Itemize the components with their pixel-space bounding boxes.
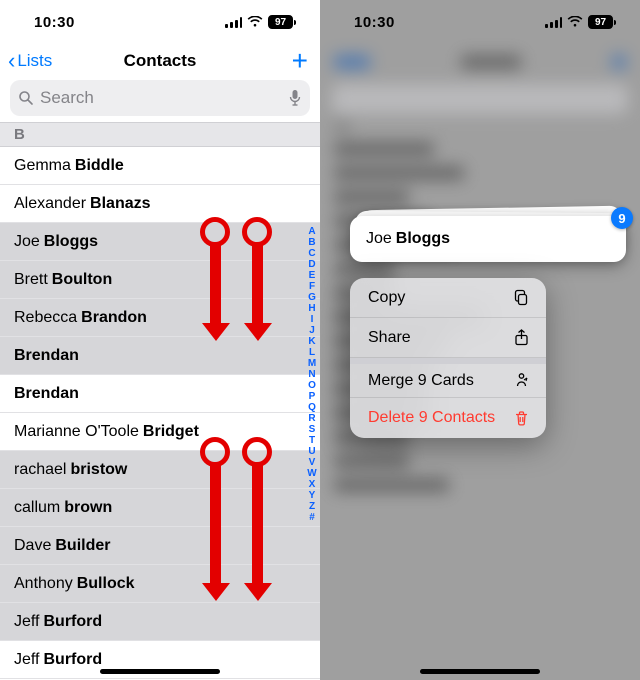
contact-row[interactable]: RebeccaBrandon	[0, 299, 320, 337]
battery-icon: 97	[588, 15, 616, 29]
contact-first-name: Brett	[14, 271, 48, 289]
menu-label: Share	[368, 329, 411, 347]
chevron-left-icon: ‹	[8, 50, 15, 72]
menu-label: Merge 9 Cards	[368, 372, 474, 390]
contact-last-name: Bullock	[77, 575, 135, 593]
search-field[interactable]: Search	[10, 80, 310, 116]
contact-last-name: Burford	[44, 613, 103, 631]
back-label: Lists	[17, 51, 52, 71]
status-bar: 10:30 97	[0, 0, 320, 44]
contact-row[interactable]: callumbrown	[0, 489, 320, 527]
menu-merge[interactable]: Merge 9 Cards	[350, 358, 546, 398]
contact-row[interactable]: BrettBoulton	[0, 261, 320, 299]
search-icon	[18, 90, 34, 106]
menu-copy[interactable]: Copy	[350, 278, 546, 318]
contact-last-name: brown	[64, 499, 112, 517]
card-last-name: Bloggs	[396, 230, 450, 248]
contact-first-name: Joe	[14, 233, 40, 251]
contact-last-name: Bridget	[143, 423, 199, 441]
contact-last-name: Brendan	[14, 385, 79, 403]
wifi-icon	[567, 16, 583, 28]
contact-row[interactable]: AlexanderBlanazs	[0, 185, 320, 223]
contact-row[interactable]: Brendan	[0, 375, 320, 413]
search-placeholder: Search	[40, 88, 288, 108]
contact-first-name: rachael	[14, 461, 66, 479]
trash-icon	[512, 409, 530, 427]
contact-last-name: Bloggs	[44, 233, 98, 251]
status-bar: 10:30 97	[320, 0, 640, 44]
menu-delete[interactable]: Delete 9 Contacts	[350, 398, 546, 438]
nav-bar: ‹ Lists Contacts +	[0, 44, 320, 80]
contact-last-name: Brendan	[14, 347, 79, 365]
contact-first-name: Anthony	[14, 575, 73, 593]
merge-icon	[512, 372, 530, 390]
contact-last-name: Builder	[55, 537, 110, 555]
status-time: 10:30	[34, 14, 75, 31]
dictate-icon[interactable]	[288, 89, 302, 107]
contact-first-name: Alexander	[14, 195, 86, 213]
status-time: 10:30	[354, 14, 395, 31]
contact-row[interactable]: Brendan	[0, 337, 320, 375]
contact-first-name: Jeff	[14, 651, 40, 669]
contacts-list[interactable]: GemmaBiddleAlexanderBlanazsJoeBloggsBret…	[0, 147, 320, 680]
alpha-index[interactable]: ABCDEFGHIJKLMNOPQRSTUVWXYZ#	[306, 226, 318, 523]
card-first-name: Joe	[366, 230, 392, 248]
contact-row[interactable]: JoeBloggs	[0, 223, 320, 261]
contact-first-name: Dave	[14, 537, 51, 555]
section-header: B	[0, 122, 320, 147]
contact-last-name: Biddle	[75, 157, 124, 175]
share-icon	[512, 329, 530, 347]
battery-icon: 97	[268, 15, 296, 29]
contact-row[interactable]: Marianne O'TooleBridget	[0, 413, 320, 451]
phone-right: 10:30 97 Joe Bloggs 9 Copy	[320, 0, 640, 680]
cellular-icon	[545, 17, 562, 28]
contact-last-name: Boulton	[52, 271, 112, 289]
menu-label: Delete 9 Contacts	[368, 409, 495, 427]
contact-first-name: Gemma	[14, 157, 71, 175]
contact-first-name: callum	[14, 499, 60, 517]
contact-last-name: Burford	[44, 651, 103, 669]
contact-first-name: Marianne O'Toole	[14, 423, 139, 441]
cellular-icon	[225, 17, 242, 28]
contact-row[interactable]: JeffBurford	[0, 603, 320, 641]
add-contact-button[interactable]: +	[292, 47, 308, 75]
selected-card[interactable]: Joe Bloggs	[350, 216, 626, 262]
contact-first-name: Jeff	[14, 613, 40, 631]
status-indicators: 97	[225, 15, 296, 29]
contact-last-name: Brandon	[81, 309, 147, 327]
copy-icon	[512, 289, 530, 307]
contact-row[interactable]: rachaelbristow	[0, 451, 320, 489]
phone-left: 10:30 97 ‹ Lists Contacts + Search B Gem…	[0, 0, 320, 680]
menu-label: Copy	[368, 289, 405, 307]
wifi-icon	[247, 16, 263, 28]
contact-row[interactable]: DaveBuilder	[0, 527, 320, 565]
menu-share[interactable]: Share	[350, 318, 546, 358]
selected-card-stack: Joe Bloggs 9	[350, 216, 626, 262]
home-indicator[interactable]	[420, 669, 540, 674]
back-button[interactable]: ‹ Lists	[8, 50, 52, 72]
contact-first-name: Rebecca	[14, 309, 77, 327]
status-indicators: 97	[545, 15, 616, 29]
contact-row[interactable]: AnthonyBullock	[0, 565, 320, 603]
selection-count-badge: 9	[611, 207, 633, 229]
contact-last-name: Blanazs	[90, 195, 150, 213]
contact-row[interactable]: GemmaBiddle	[0, 147, 320, 185]
home-indicator[interactable]	[100, 669, 220, 674]
context-menu: Copy Share Merge 9 Cards Delete 9 Contac…	[350, 278, 546, 438]
contact-last-name: bristow	[70, 461, 127, 479]
